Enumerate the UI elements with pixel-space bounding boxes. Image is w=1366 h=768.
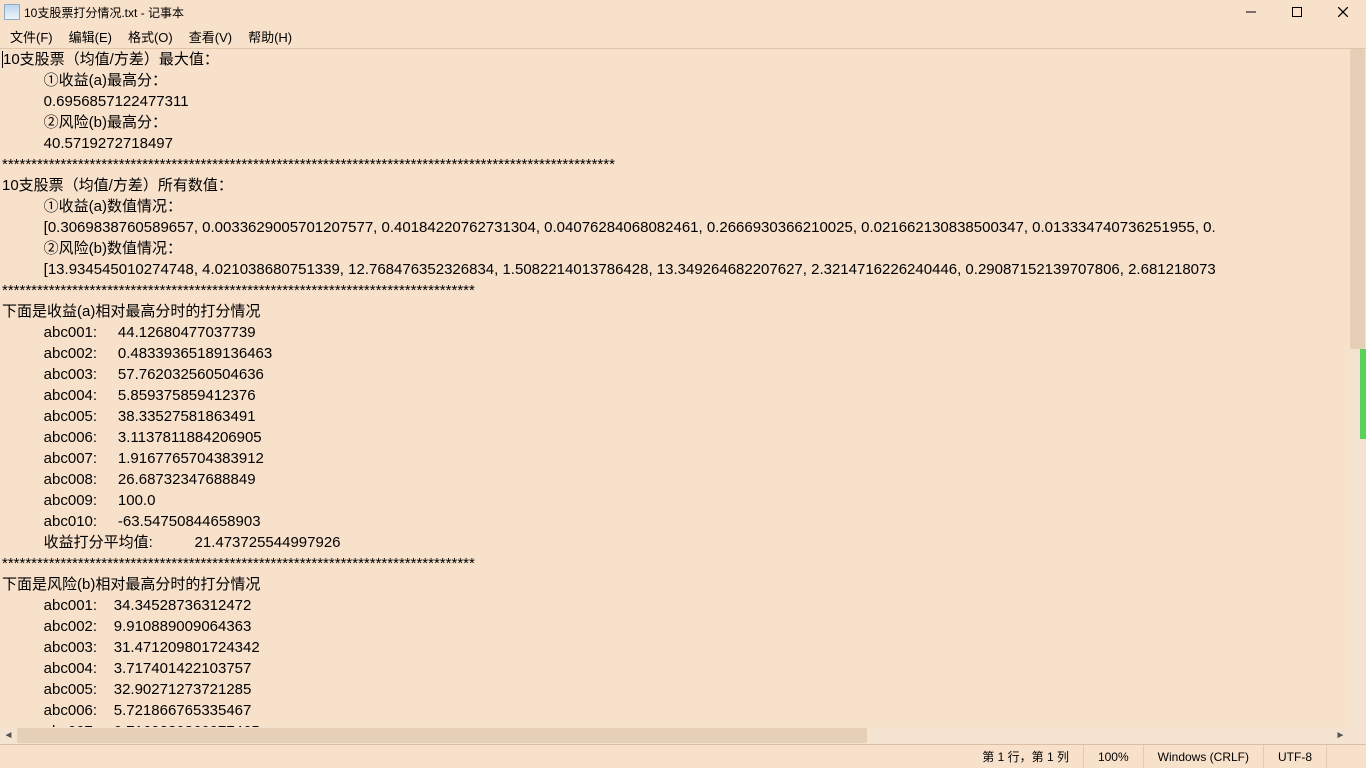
- minimize-button[interactable]: [1228, 0, 1274, 24]
- notepad-icon: [4, 4, 20, 20]
- menu-help[interactable]: 帮助(H): [240, 25, 300, 48]
- horizontal-scrollbar[interactable]: ◄ ►: [0, 727, 1349, 744]
- status-pad: [1326, 745, 1366, 768]
- status-zoom: 100%: [1083, 745, 1143, 768]
- menu-file[interactable]: 文件(F): [2, 25, 61, 48]
- vertical-scroll-thumb[interactable]: [1350, 49, 1365, 349]
- window-title: 10支股票打分情况.txt - 记事本: [24, 4, 1228, 21]
- maximize-button[interactable]: [1274, 0, 1320, 24]
- menu-view[interactable]: 查看(V): [181, 25, 240, 48]
- scroll-corner: [1349, 727, 1366, 744]
- status-position: 第 1 行，第 1 列: [968, 745, 1083, 768]
- editor-wrap: 10支股票（均值/方差）最大值： ①收益(a)最高分： 0.6956857122…: [0, 48, 1366, 744]
- statusbar: 第 1 行，第 1 列 100% Windows (CRLF) UTF-8: [0, 744, 1366, 768]
- status-line-ending: Windows (CRLF): [1143, 745, 1263, 768]
- titlebar: 10支股票打分情况.txt - 记事本: [0, 0, 1366, 24]
- close-button[interactable]: [1320, 0, 1366, 24]
- scroll-left-icon[interactable]: ◄: [0, 727, 17, 744]
- status-encoding: UTF-8: [1263, 745, 1326, 768]
- window-buttons: [1228, 0, 1366, 24]
- editor-content[interactable]: 10支股票（均值/方差）最大值： ①收益(a)最高分： 0.6956857122…: [0, 49, 1349, 727]
- scroll-right-icon[interactable]: ►: [1332, 727, 1349, 744]
- scroll-indicator: [1360, 349, 1366, 439]
- menu-format[interactable]: 格式(O): [120, 25, 181, 48]
- text-editor[interactable]: 10支股票（均值/方差）最大值： ①收益(a)最高分： 0.6956857122…: [0, 49, 1349, 727]
- menubar: 文件(F) 编辑(E) 格式(O) 查看(V) 帮助(H): [0, 24, 1366, 48]
- vertical-scrollbar[interactable]: [1349, 49, 1366, 727]
- horizontal-scroll-thumb[interactable]: [17, 728, 867, 743]
- menu-edit[interactable]: 编辑(E): [61, 25, 120, 48]
